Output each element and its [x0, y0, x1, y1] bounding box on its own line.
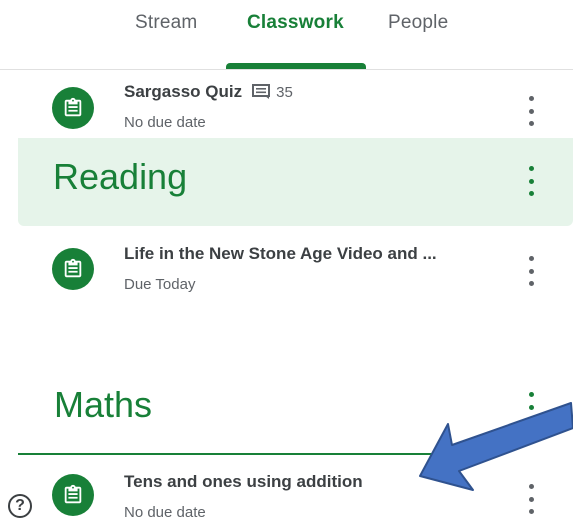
more-vert-icon[interactable] [524, 256, 538, 286]
classwork-item-new-stone-age[interactable]: Life in the New Stone Age Video and ... … [0, 236, 573, 306]
comment-icon [252, 84, 271, 99]
assignment-icon [52, 87, 94, 129]
comment-count-value: 35 [276, 83, 293, 101]
annotation-arrow [419, 402, 573, 491]
topic-title: Reading [53, 156, 188, 197]
item-due-date: No due date [124, 114, 206, 131]
item-title: Life in the New Stone Age Video and ... [124, 244, 437, 263]
item-title-text: Sargasso Quiz [124, 82, 243, 101]
tabs-divider [0, 69, 573, 70]
more-vert-icon[interactable] [524, 166, 538, 196]
item-title: Tens and ones using addition [124, 472, 363, 491]
help-icon[interactable]: ? [8, 494, 32, 518]
item-due-date: No due date [124, 504, 206, 521]
classwork-item-sargasso-quiz[interactable]: Sargasso Quiz 35 No due date [0, 72, 573, 142]
item-title: Sargasso Quiz 35 [124, 82, 293, 102]
more-vert-icon[interactable] [524, 96, 538, 126]
assignment-icon [52, 248, 94, 290]
comment-count: 35 [252, 84, 293, 101]
assignment-icon [52, 474, 94, 516]
topic-header-reading: Reading [18, 138, 573, 226]
tab-classwork[interactable]: Classwork [247, 12, 344, 34]
tab-people[interactable]: People [388, 12, 448, 34]
tab-stream[interactable]: Stream [135, 12, 197, 34]
classroom-tabs: Stream Classwork People [0, 0, 573, 70]
item-due-date: Due Today [124, 276, 196, 293]
topic-header-maths: Maths [54, 384, 153, 425]
